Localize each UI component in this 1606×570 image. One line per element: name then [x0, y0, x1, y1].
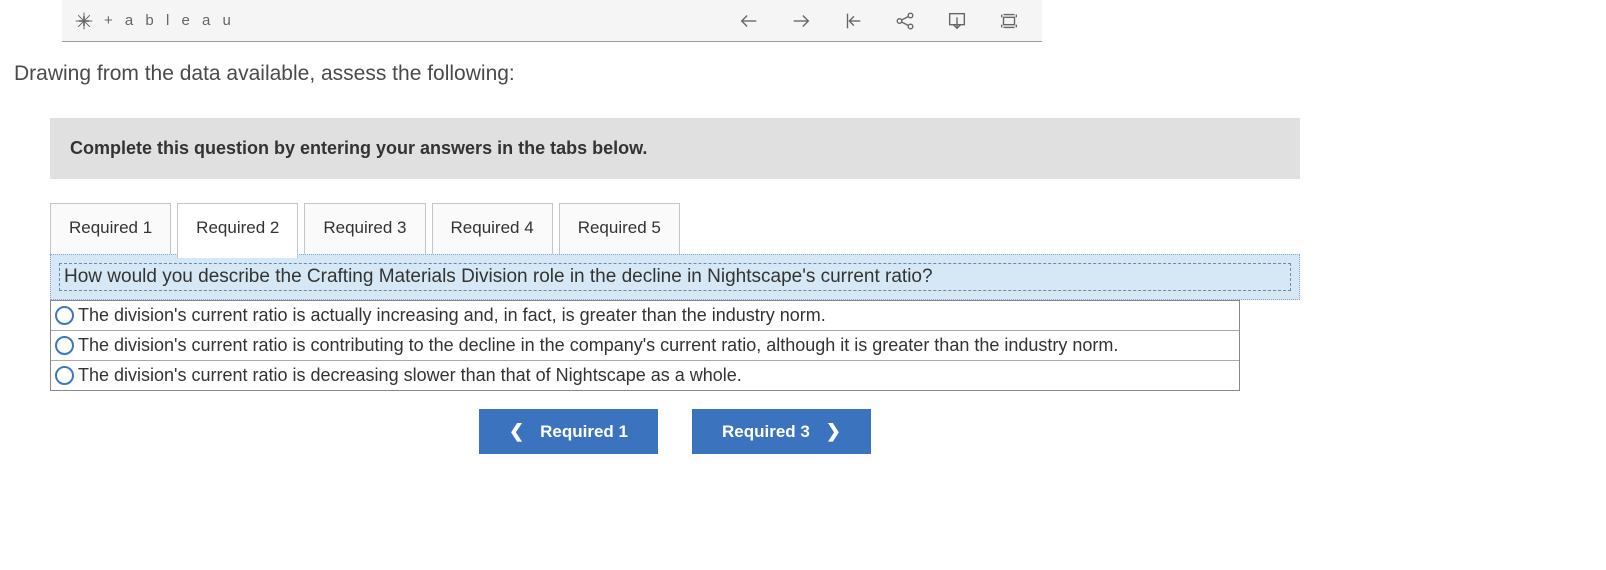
- tab-required-1[interactable]: Required 1: [50, 203, 171, 254]
- radio-icon[interactable]: [55, 366, 74, 385]
- toolbar-left: + a b l e a u: [74, 11, 235, 31]
- option-row[interactable]: The division's current ratio is contribu…: [51, 330, 1239, 360]
- tab-required-2[interactable]: Required 2: [177, 203, 298, 258]
- back-icon[interactable]: [738, 10, 760, 32]
- tab-required-5[interactable]: Required 5: [559, 203, 680, 254]
- radio-icon[interactable]: [55, 306, 74, 325]
- tab-required-3[interactable]: Required 3: [304, 203, 425, 254]
- tab-required-4[interactable]: Required 4: [432, 203, 553, 254]
- option-text: The division's current ratio is decreasi…: [78, 365, 742, 386]
- toolbar-actions: [738, 10, 1030, 32]
- fullscreen-icon[interactable]: [998, 10, 1020, 32]
- tab-label: Required 1: [69, 218, 152, 237]
- radio-icon[interactable]: [55, 336, 74, 355]
- options-list: The division's current ratio is actually…: [50, 300, 1240, 391]
- forward-icon[interactable]: [790, 10, 812, 32]
- chevron-left-icon: ❮: [509, 421, 524, 442]
- option-text: The division's current ratio is actually…: [78, 305, 826, 326]
- tabs-row: Required 1 Required 2 Required 3 Require…: [50, 203, 1300, 254]
- prev-label: Required 1: [540, 422, 628, 442]
- share-icon[interactable]: [894, 10, 916, 32]
- question-text: How would you describe the Crafting Mate…: [59, 263, 1291, 291]
- instruction-bar: Complete this question by entering your …: [50, 118, 1300, 179]
- brand-text: + a b l e a u: [104, 12, 235, 29]
- tableau-toolbar: + a b l e a u: [62, 0, 1042, 42]
- prev-button[interactable]: ❮ Required 1: [479, 409, 658, 454]
- download-icon[interactable]: [946, 10, 968, 32]
- tab-label: Required 3: [323, 218, 406, 237]
- option-row[interactable]: The division's current ratio is decreasi…: [51, 360, 1239, 390]
- nav-buttons: ❮ Required 1 Required 3 ❯: [50, 409, 1300, 454]
- next-button[interactable]: Required 3 ❯: [692, 409, 871, 454]
- question-container: Complete this question by entering your …: [50, 118, 1300, 454]
- tab-label: Required 2: [196, 218, 279, 237]
- tab-label: Required 5: [578, 218, 661, 237]
- chevron-right-icon: ❯: [826, 421, 841, 442]
- revert-icon[interactable]: [842, 10, 864, 32]
- next-label: Required 3: [722, 422, 810, 442]
- question-panel: How would you describe the Crafting Mate…: [50, 254, 1300, 300]
- prompt-text: Drawing from the data available, assess …: [14, 62, 1592, 86]
- tab-label: Required 4: [451, 218, 534, 237]
- option-row[interactable]: The division's current ratio is actually…: [51, 300, 1239, 330]
- tableau-logo-icon: [74, 11, 94, 31]
- option-text: The division's current ratio is contribu…: [78, 335, 1118, 356]
